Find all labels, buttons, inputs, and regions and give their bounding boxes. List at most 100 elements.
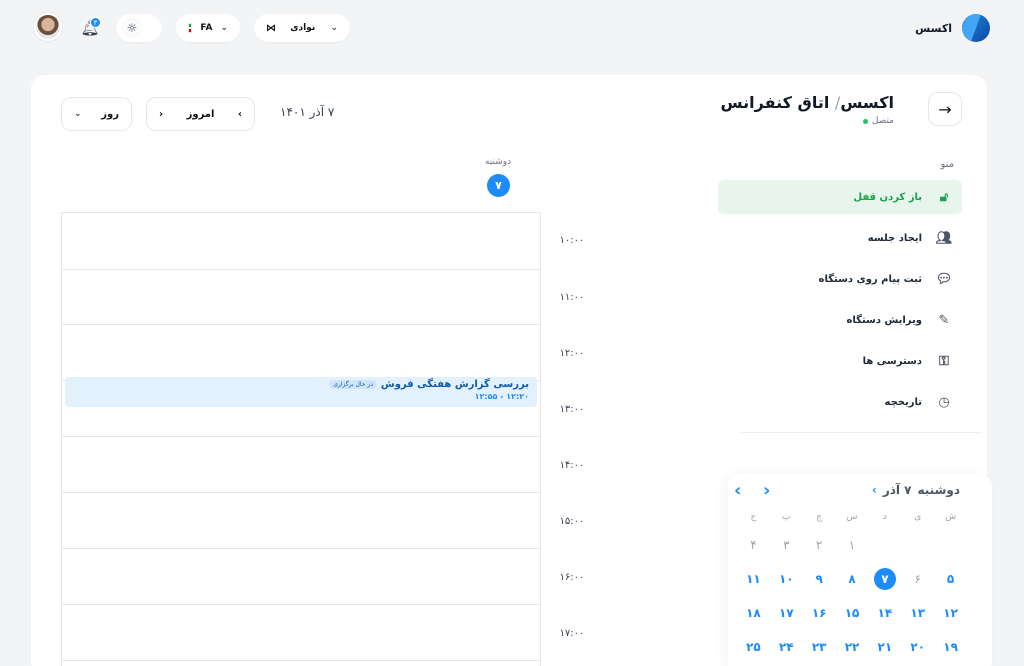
menu-item-access[interactable]: ⚿ دسترسی ها <box>718 344 962 378</box>
calendar-day-number: ۱۸ <box>746 606 761 620</box>
menu-item-unlock[interactable]: 🔓︎ باز کردن قفل <box>718 180 962 214</box>
chevron-icon: › <box>871 483 877 497</box>
title-parent: اکسس <box>840 93 894 112</box>
connection-status: متصل <box>862 116 894 126</box>
calendar-day-number: ۷ <box>873 568 896 590</box>
brand[interactable]: اکسس <box>915 14 990 42</box>
calendar-day-today[interactable]: ۷ <box>868 562 901 596</box>
today-button[interactable]: امروز <box>187 109 215 120</box>
menu-item-edit-device[interactable]: ✎ ویرایش دستگاه <box>718 303 962 337</box>
time-label: ۱۱:۰۰ <box>559 292 585 303</box>
calendar-day[interactable]: ۲۴ <box>770 630 803 664</box>
user-menu-button[interactable]: ⋈ نوادی ⌄ <box>254 14 350 42</box>
time-label: ۱۴:۰۰ <box>559 460 585 471</box>
calendar-day-number: ۲۰ <box>910 640 926 654</box>
calendar-day[interactable]: ۱۵ <box>836 596 869 630</box>
back-button[interactable]: → <box>928 92 962 126</box>
edit-icon: ✎ <box>938 312 950 328</box>
hour-line <box>62 660 540 661</box>
calendar-day-number: ۲۳ <box>811 640 827 654</box>
chevron-down-icon: ⌄ <box>330 23 338 33</box>
time-label: ۱۷:۰۰ <box>559 628 585 639</box>
key-icon: ⚿ <box>939 353 949 369</box>
calendar-day[interactable]: ۸ <box>836 562 869 596</box>
menu-item-history[interactable]: ◷ تاریخچه <box>718 385 962 419</box>
calendar-day-number: ۱۵ <box>844 606 860 620</box>
time-label: ۱۲:۰۰ <box>559 348 585 359</box>
day-grid[interactable] <box>61 212 541 666</box>
calendar-day[interactable]: ۱ <box>836 528 869 562</box>
brand-logo <box>962 14 990 42</box>
menu-item-label: دسترسی ها <box>862 355 922 367</box>
calendar-day-number: ۱ <box>848 538 856 552</box>
calendar-day[interactable]: ۱۱ <box>737 562 770 596</box>
calendar-next-button[interactable]: › <box>763 480 770 501</box>
calendar-day[interactable]: ۱۰ <box>770 562 803 596</box>
brand-name: اکسس <box>915 21 952 35</box>
calendar-date: ۷ آذر <box>882 483 912 497</box>
theme-toggle[interactable]: ☼ <box>116 14 162 42</box>
date-navigation: › امروز ‹ <box>146 97 255 131</box>
calendar-day[interactable]: ۲۵ <box>737 630 770 664</box>
status-label: متصل <box>871 116 894 126</box>
hour-line <box>62 492 540 493</box>
calendar-day[interactable]: ۱۸ <box>737 596 770 630</box>
avatar[interactable] <box>34 13 62 41</box>
calendar-day-number: ۱۲ <box>943 606 958 620</box>
calendar-day[interactable]: ۱۹ <box>934 630 967 664</box>
sun-icon: ☼ <box>122 18 142 38</box>
calendar-day[interactable]: ۱۷ <box>770 596 803 630</box>
calendar-weekday-label: س <box>846 512 858 522</box>
title-room: اتاق کنفرانس <box>720 93 830 112</box>
menu-item-create-meeting[interactable]: 👥︎ ایجاد جلسه <box>718 221 962 255</box>
calendar-day[interactable]: ۶ <box>901 562 934 596</box>
calendar-day[interactable]: ۵ <box>934 562 967 596</box>
calendar-day[interactable]: ۱۴ <box>868 596 901 630</box>
calendar-day[interactable]: ۴ <box>737 528 770 562</box>
calendar-day[interactable]: ۱۳ <box>901 596 934 630</box>
hour-line <box>62 324 540 325</box>
calendar-day-number: ۹ <box>815 572 823 586</box>
menu-item-device-message[interactable]: 💬︎ ثبت پیام روی دستگاه <box>718 262 962 296</box>
iran-flag-icon <box>188 23 193 33</box>
calendar-day[interactable]: ۲۳ <box>803 630 836 664</box>
message-icon: 💬︎ <box>935 271 953 287</box>
current-date: ۷ آذر ۱۴۰۱ <box>280 105 335 119</box>
menu-item-label: ویرایش دستگاه <box>846 314 922 326</box>
calendar-day <box>934 528 967 562</box>
calendar-day[interactable]: ۳ <box>770 528 803 562</box>
view-selector[interactable]: ⌄ روز <box>61 97 132 131</box>
calendar-day-number: ۱۰ <box>778 572 794 586</box>
clock-icon: ◷ <box>938 394 950 410</box>
notifications-button[interactable]: 🔔︎ ۳ <box>78 14 102 42</box>
calendar-day-number: ۱۶ <box>811 606 827 620</box>
calendar-weekday-label: د <box>882 512 887 522</box>
calendar-day[interactable]: ۲۲ <box>836 630 869 664</box>
language-code: FA <box>200 23 213 33</box>
calendar-day[interactable]: ۲۰ <box>901 630 934 664</box>
next-day-button[interactable]: › <box>159 109 163 120</box>
calendar-day-number: ۲ <box>815 538 823 552</box>
calendar-grid: ش ی د س چ پ ج ۱ ۲ ۳ ۴ ۵ ۶ ۷ ۸ ۹ ۱۰ ۱۱ ۱۲ ۱۳ ۱۴ ۱۵ ۱۶ ۱۷ ۱۸ ۱۹ ۲۰ ۲۱… <box>737 506 967 664</box>
notification-count-badge: ۳ <box>90 17 101 28</box>
calendar-day[interactable]: ۱۶ <box>803 596 836 630</box>
menu-title: منو <box>940 159 954 170</box>
time-label: ۱۵:۰۰ <box>559 516 585 527</box>
status-dot-icon <box>862 118 868 124</box>
calendar-day[interactable]: ۹ <box>803 562 836 596</box>
language-selector[interactable]: FA ⌄ <box>176 14 240 42</box>
hour-line <box>62 604 540 605</box>
hour-line <box>62 269 540 270</box>
day-number[interactable]: ۷ <box>487 174 510 197</box>
calendar-day[interactable]: ۱۲ <box>934 596 967 630</box>
calendar-day-number: ۳ <box>783 538 790 552</box>
calendar-day[interactable]: ۲۱ <box>868 630 901 664</box>
calendar-prev-button[interactable]: ‹ <box>734 480 741 501</box>
page-title: اکسس/ اتاق کنفرانس <box>721 93 894 112</box>
calendar-event[interactable]: بررسی گزارش هفتگی فروش در حال برگزاری ۱۲… <box>65 377 537 407</box>
prev-day-button[interactable]: ‹ <box>238 109 242 120</box>
calendar-day-number: ۲۴ <box>778 640 794 654</box>
calendar-day <box>901 528 934 562</box>
calendar-header[interactable]: دوشنبه ۷ آذر › <box>872 483 960 497</box>
calendar-day[interactable]: ۲ <box>803 528 836 562</box>
